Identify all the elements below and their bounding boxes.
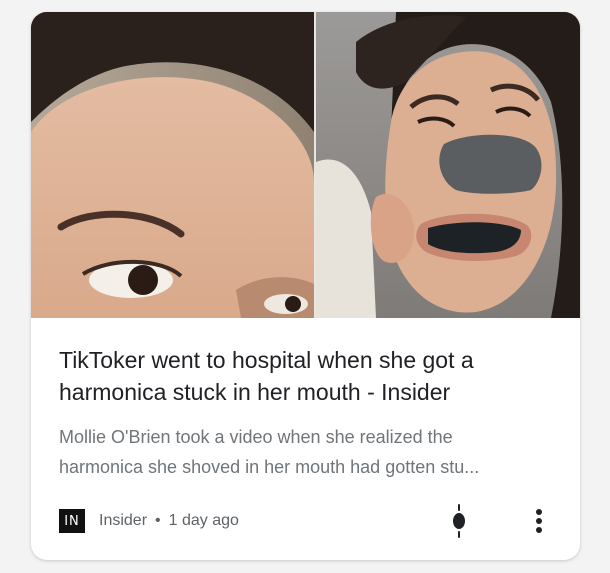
- thumbnail-photo-right: [316, 12, 580, 318]
- news-card[interactable]: TikToker went to hospital when she got a…: [31, 12, 580, 560]
- more-vert-icon[interactable]: [524, 504, 554, 538]
- snippet-line-2: harmonica she shoved in her mouth had go…: [59, 457, 480, 477]
- article-thumbnail[interactable]: [31, 12, 580, 318]
- snippet-line-1: Mollie O'Brien took a video when she rea…: [59, 427, 453, 447]
- publish-time: 1 day ago: [168, 512, 239, 529]
- thumbnail-photo-left: [31, 12, 314, 318]
- article-source: IN Insider • 1 day ago: [59, 508, 239, 534]
- publisher-name[interactable]: Insider: [99, 512, 147, 530]
- article-title[interactable]: TikToker went to hospital when she got a…: [59, 344, 559, 408]
- meta-separator: •: [155, 512, 161, 529]
- publisher-logo: IN: [59, 509, 85, 533]
- audio-level-icon[interactable]: [444, 504, 474, 538]
- article-snippet: Mollie O'Brien took a video when she rea…: [59, 422, 559, 482]
